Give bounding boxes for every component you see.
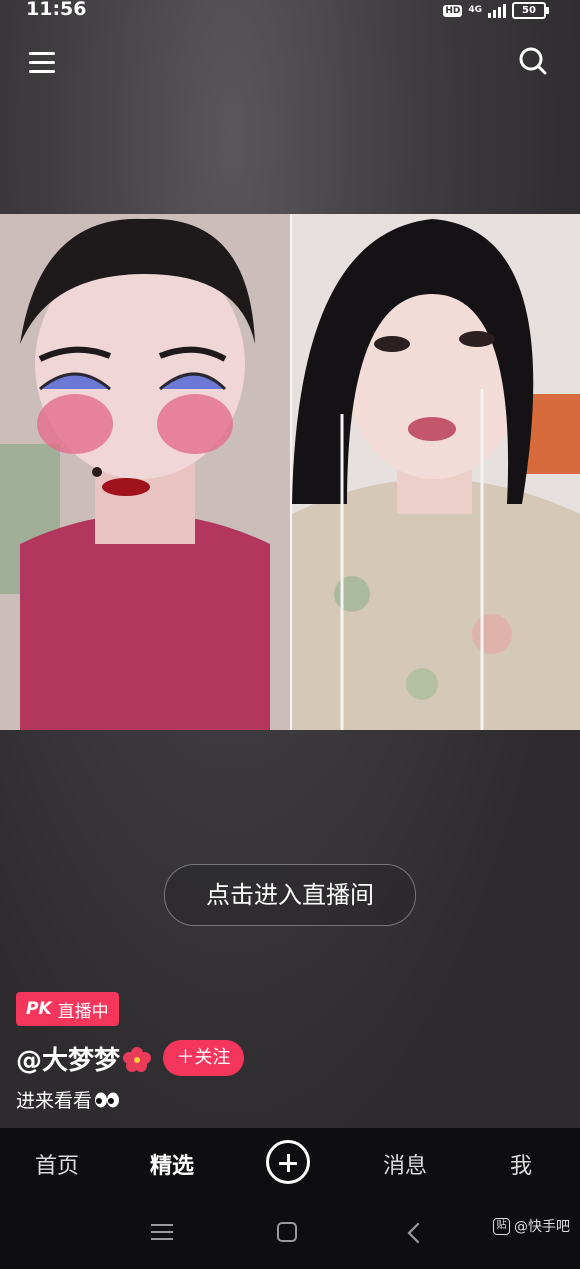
status-icons: HD 4G 50 (443, 2, 549, 19)
username-text: @大梦梦 (16, 1046, 121, 1076)
tab-me[interactable]: 我 (510, 1148, 532, 1180)
back-icon[interactable] (404, 1222, 424, 1244)
pk-live-badge: PK 直播中 (16, 992, 119, 1026)
video-host-left[interactable] (0, 214, 290, 730)
video-host-right[interactable] (292, 214, 580, 730)
status-bar: 11:56 HD 4G 50 (0, 0, 580, 22)
search-icon[interactable] (518, 46, 548, 76)
signal-icon (488, 3, 506, 18)
hd-icon: HD (443, 4, 463, 17)
recent-apps-icon[interactable] (151, 1223, 173, 1241)
caption-text: 进来看看 (16, 1090, 93, 1112)
watermark-text: @快手吧 (514, 1219, 570, 1235)
host-left-figure (0, 214, 290, 730)
tab-messages[interactable]: 消息 (383, 1148, 427, 1180)
pk-video[interactable] (0, 214, 580, 730)
follow-button[interactable]: ＋关注 (163, 1040, 244, 1076)
live-status-label: 直播中 (57, 1001, 109, 1022)
system-nav-bar: 贴 @快手吧 (0, 1200, 580, 1269)
network-type: 4G (468, 5, 482, 15)
home-icon[interactable] (277, 1222, 297, 1242)
streamer-username[interactable]: @大梦梦 (16, 1040, 152, 1077)
enter-live-room-button[interactable]: 点击进入直播间 (164, 864, 416, 926)
battery-icon: 50 (512, 2, 549, 19)
hibiscus-emoji-icon (123, 1047, 152, 1072)
watermark: 贴 @快手吧 (493, 1216, 570, 1236)
status-time: 11:56 (26, 0, 87, 20)
tab-home[interactable]: 首页 (35, 1148, 79, 1180)
host-right-figure (292, 214, 580, 730)
bottom-tab-bar: 首页 精选 消息 我 (0, 1128, 580, 1200)
menu-icon[interactable] (29, 50, 55, 76)
stream-caption: 进来看看 (16, 1086, 120, 1113)
eyes-emoji-icon (95, 1092, 120, 1108)
watermark-logo-icon: 贴 (493, 1217, 510, 1235)
create-plus-button[interactable] (266, 1140, 310, 1184)
tab-featured[interactable]: 精选 (150, 1148, 194, 1180)
pk-label: PK (26, 999, 52, 1019)
